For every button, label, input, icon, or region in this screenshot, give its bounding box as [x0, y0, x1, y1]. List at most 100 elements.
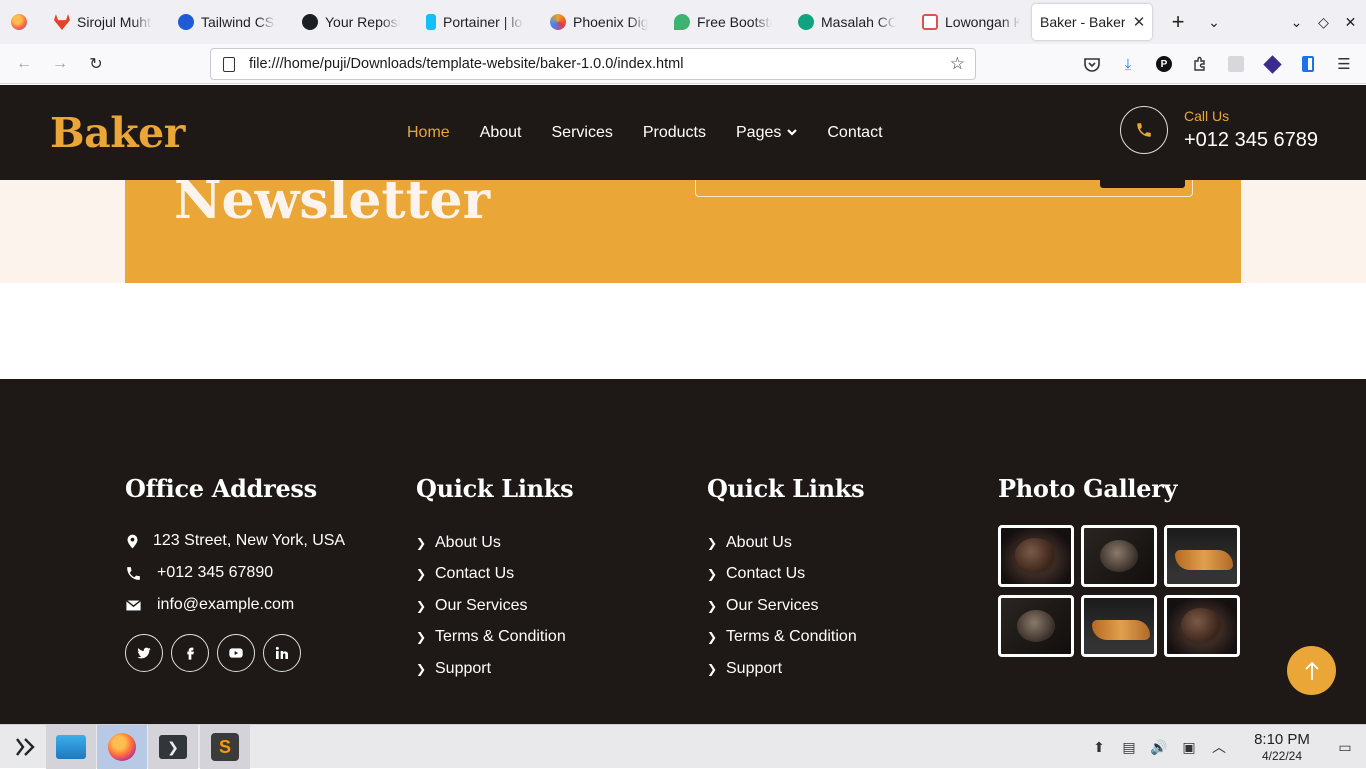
site-logo[interactable]: Baker	[50, 109, 185, 157]
browser-tab[interactable]: Your Reposit	[286, 0, 410, 44]
browser-toolbar: ← → ↻ file:///home/puji/Downloads/templa…	[0, 44, 1366, 84]
nav-pages-label: Pages	[736, 123, 782, 141]
reload-button[interactable]: ↻	[78, 48, 114, 80]
minimize-icon[interactable]: ⌄	[1289, 14, 1304, 31]
gallery-image-croissant[interactable]	[1081, 595, 1157, 657]
launcher-icon	[16, 738, 35, 756]
downloads-icon[interactable]: ⤓	[1114, 50, 1142, 78]
youtube-icon[interactable]	[217, 634, 255, 672]
photo-gallery	[998, 525, 1240, 657]
nav-services[interactable]: Services	[552, 124, 613, 142]
pocket-icon[interactable]	[1078, 50, 1106, 78]
tab-label: Your Reposit	[325, 14, 400, 30]
new-tab-button[interactable]: +	[1160, 4, 1196, 40]
gallery-image-rye[interactable]	[998, 595, 1074, 657]
gallery-image-croissant[interactable]	[1164, 525, 1240, 587]
footer-link-label: Terms & Condition	[726, 628, 857, 646]
show-desktop-icon[interactable]: ▭	[1330, 725, 1360, 769]
browser-tab[interactable]: Portainer | lo	[410, 0, 534, 44]
footer-link[interactable]: ❯ About Us	[416, 527, 573, 559]
newsletter-box: Newsletter	[125, 180, 1241, 283]
forward-button[interactable]: →	[42, 48, 78, 80]
main-nav: Home About Services Products Pages Conta…	[407, 85, 883, 180]
close-window-icon[interactable]: ✕	[1343, 14, 1358, 31]
footer-link[interactable]: ❯ About Us	[707, 527, 864, 559]
call-us-block[interactable]: Call Us +012 345 6789	[1120, 106, 1318, 154]
url-text[interactable]: file:///home/puji/Downloads/template-web…	[249, 56, 950, 72]
footer-link[interactable]: ❯ Our Services	[416, 590, 573, 622]
extension-device-icon[interactable]	[1294, 50, 1322, 78]
updates-icon[interactable]: ⬆	[1084, 725, 1114, 769]
app-launcher-button[interactable]	[0, 725, 50, 769]
taskbar-firefox[interactable]	[97, 725, 147, 769]
newsletter-submit-button[interactable]	[1100, 180, 1185, 188]
office-heading: Office Address	[125, 474, 317, 503]
extension-diamond-icon[interactable]	[1258, 50, 1286, 78]
list-all-tabs-button[interactable]: ⌄	[1196, 4, 1232, 40]
bookmark-star-icon[interactable]: ☆	[950, 54, 965, 74]
gallery-image-bread[interactable]	[1164, 595, 1240, 657]
back-button[interactable]: ←	[6, 48, 42, 80]
browser-tab[interactable]: Tailwind CSS	[162, 0, 286, 44]
footer-link[interactable]: ❯ Contact Us	[707, 559, 864, 591]
footer-link[interactable]: ❯ Terms & Condition	[416, 622, 573, 654]
firefox-view-button[interactable]	[0, 0, 38, 44]
extension-grid-icon[interactable]	[1222, 50, 1250, 78]
gallery-image-rye[interactable]	[1081, 525, 1157, 587]
nav-products[interactable]: Products	[643, 124, 706, 142]
hamburger-menu-icon[interactable]: ☰	[1330, 50, 1358, 78]
maximize-icon[interactable]: ◇	[1316, 14, 1331, 31]
browser-tab[interactable]: Free Bootstra	[658, 0, 782, 44]
footer-link[interactable]: ❯ Contact Us	[416, 559, 573, 591]
chevron-right-icon: ❯	[416, 661, 427, 676]
address-bar[interactable]: file:///home/puji/Downloads/template-web…	[210, 48, 976, 80]
phone-button[interactable]	[1120, 106, 1168, 154]
taskbar-file-manager[interactable]	[46, 725, 96, 769]
nav-home[interactable]: Home	[407, 124, 450, 142]
browser-tab[interactable]: Masalah COR	[782, 0, 906, 44]
footer-link[interactable]: ❯ Support	[707, 653, 864, 685]
linkedin-icon[interactable]	[263, 634, 301, 672]
footer-link-label: Terms & Condition	[435, 628, 566, 646]
extension-p-icon[interactable]: P	[1150, 50, 1178, 78]
os-taskbar: ❯ S ⬆ ▤ 🔊 ▣ ︿ 8:10 PM 4/22/24 ▭	[0, 724, 1366, 769]
tray-expand-icon[interactable]: ︿	[1204, 725, 1234, 769]
close-tab-icon[interactable]: ✕	[1132, 13, 1146, 31]
gallery-image-bread[interactable]	[998, 525, 1074, 587]
browser-tab[interactable]: Lowongan K	[906, 0, 1030, 44]
tab-label: Sirojul Muhta	[77, 14, 152, 30]
extensions-puzzle-icon[interactable]	[1186, 50, 1214, 78]
footer-link[interactable]: ❯ Terms & Condition	[707, 622, 864, 654]
footer-quick-links-column-2: Quick Links ❯ About Us ❯ Contact Us ❯ Our S…	[707, 474, 865, 685]
nav-about[interactable]: About	[480, 124, 522, 142]
chevron-right-icon: ❯	[707, 661, 718, 676]
tailwind-favicon-icon	[178, 14, 194, 30]
taskbar-sublime-text[interactable]: S	[200, 725, 250, 769]
call-us-number[interactable]: +012 345 6789	[1184, 129, 1318, 152]
clock[interactable]: 8:10 PM 4/22/24	[1242, 731, 1322, 763]
clock-date: 4/22/24	[1261, 749, 1303, 763]
office-address-text: 123 Street, New York, USA	[153, 532, 346, 549]
quick-links-heading: Quick Links	[707, 474, 865, 503]
twitter-icon[interactable]	[125, 634, 163, 672]
footer-link[interactable]: ❯ Support	[416, 653, 573, 685]
footer-link[interactable]: ❯ Our Services	[707, 590, 864, 622]
taskbar-terminal[interactable]: ❯	[148, 725, 198, 769]
nav-pages-dropdown[interactable]: Pages	[736, 123, 798, 142]
facebook-icon[interactable]	[171, 634, 209, 672]
clipboard-icon[interactable]: ▤	[1114, 725, 1144, 769]
nav-contact[interactable]: Contact	[827, 124, 882, 142]
network-icon[interactable]: ▣	[1174, 725, 1204, 769]
browser-tab[interactable]: Sirojul Muhta	[38, 0, 162, 44]
browser-tab-active[interactable]: Baker - Bakery ✕	[1032, 4, 1152, 40]
browser-tab[interactable]: Phoenix Digi	[534, 0, 658, 44]
volume-icon[interactable]: 🔊	[1144, 725, 1174, 769]
footer-link-label: Support	[435, 659, 492, 677]
office-address-row: 123 Street, New York, USA	[125, 525, 345, 557]
back-to-top-button[interactable]	[1287, 646, 1336, 695]
footer-link-label: About Us	[726, 533, 792, 551]
chevron-right-icon: ❯	[707, 535, 718, 550]
footer-link-label: About Us	[435, 533, 501, 551]
footer-link-label: Our Services	[726, 596, 819, 614]
footer-link-label: Support	[726, 659, 783, 677]
